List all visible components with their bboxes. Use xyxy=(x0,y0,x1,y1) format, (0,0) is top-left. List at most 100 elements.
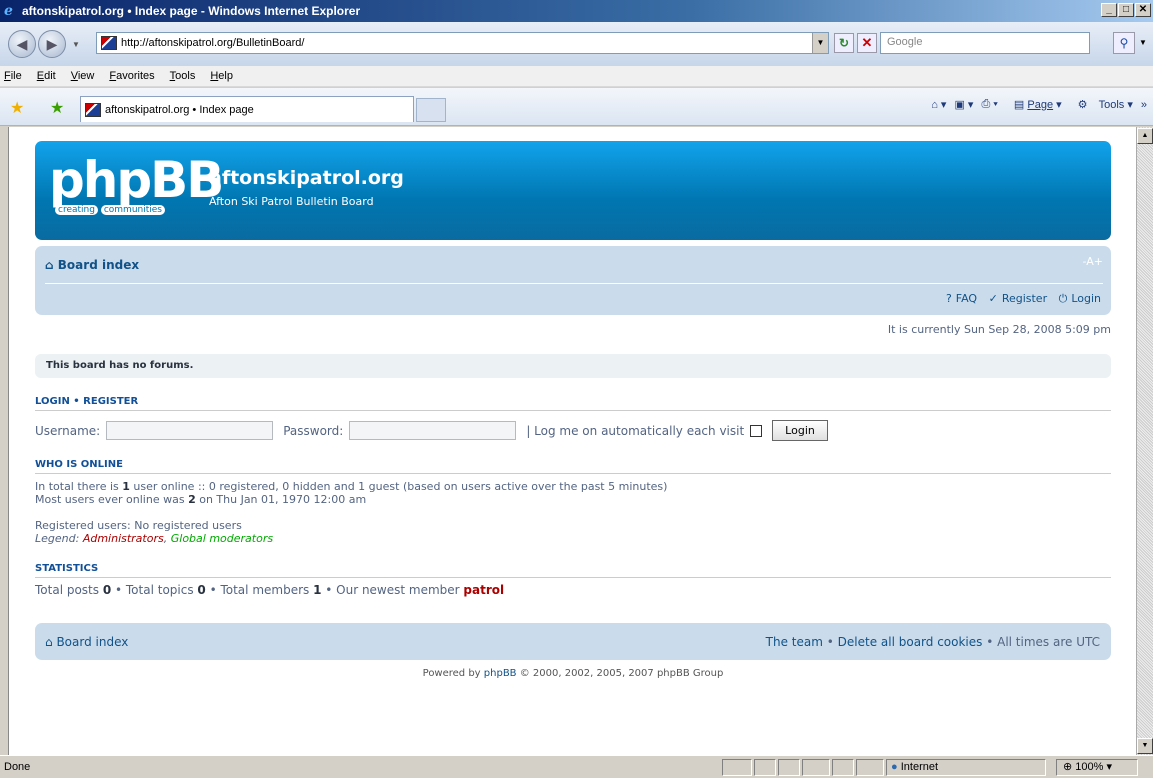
navbar-divider xyxy=(45,283,1103,284)
group-legend: Legend: Administrators, Global moderator… xyxy=(35,532,274,545)
search-icon[interactable]: ⚲ xyxy=(1113,32,1135,54)
refresh-button[interactable]: ↻ xyxy=(834,33,854,53)
username-label: Username: xyxy=(35,423,101,438)
close-button[interactable]: ✕ xyxy=(1135,3,1151,17)
zoom-icon: ⊕ xyxy=(1063,761,1073,773)
home-outline-icon: ⌂ xyxy=(45,258,54,272)
faq-icon: ? xyxy=(945,292,952,305)
menu-file[interactable]: File xyxy=(4,70,22,82)
add-favorites-icon[interactable]: ★ xyxy=(50,98,64,118)
the-team-link[interactable]: The team xyxy=(766,635,823,649)
site-name: aftonskipatrol.org xyxy=(209,167,404,189)
address-bar[interactable]: http://aftonskipatrol.org/BulletinBoard/… xyxy=(96,32,829,54)
menu-tools[interactable]: Tools xyxy=(170,70,196,82)
menu-help[interactable]: Help xyxy=(210,70,233,82)
administrators-link[interactable]: Administrators xyxy=(83,532,164,545)
back-button[interactable]: ◀ xyxy=(8,30,36,58)
new-tab-button[interactable] xyxy=(416,98,446,122)
phpbb-logo[interactable]: phpBB creating communities xyxy=(49,151,224,221)
site-description: Afton Ski Patrol Bulletin Board xyxy=(209,195,374,208)
status-bar: Done ● Internet ⊕ 100% ▾ xyxy=(0,755,1153,778)
window-title: aftonskipatrol.org • Index page - Window… xyxy=(22,4,361,18)
font-size-control[interactable]: -A+ xyxy=(1083,255,1103,268)
user-links: ? FAQ ✓ Register ⏻ Login xyxy=(938,292,1101,306)
print-icon[interactable]: ⎙ ▾ xyxy=(981,98,997,111)
footer-board-index-link[interactable]: ⌂ Board index xyxy=(45,635,128,649)
ie-logo-icon: e xyxy=(4,3,13,19)
board-index-link[interactable]: ⌂ Board index xyxy=(45,258,139,272)
address-dropdown-icon[interactable]: ▼ xyxy=(812,33,828,53)
current-time: It is currently Sun Sep 28, 2008 5:09 pm xyxy=(887,323,1111,336)
no-forums-notice: This board has no forums. xyxy=(35,354,1111,378)
tools-gear-icon: ⚙ xyxy=(1077,99,1088,111)
zoom-control[interactable]: ⊕ 100% ▾ xyxy=(1056,759,1138,776)
power-icon: ⏻ xyxy=(1058,292,1068,305)
register-link[interactable]: ✓ Register xyxy=(985,292,1048,305)
auto-login-label: | Log me on automatically each visit xyxy=(526,423,745,438)
page-menu[interactable]: ▤ Page ▾ xyxy=(1006,98,1062,111)
online-total: In total there is 1 user online :: 0 reg… xyxy=(35,480,668,493)
registered-users: Registered users: No registered users xyxy=(35,519,242,532)
tab-index-page[interactable]: aftonskipatrol.org • Index page xyxy=(80,96,414,122)
maximize-button[interactable]: □ xyxy=(1118,3,1134,17)
home-outline-icon: ⌂ xyxy=(45,635,53,649)
vertical-scrollbar[interactable]: ▲ ▼ xyxy=(1136,127,1153,755)
security-zone[interactable]: ● Internet xyxy=(886,759,1046,776)
statistics-heading: STATISTICS xyxy=(35,563,1111,578)
delete-cookies-link[interactable]: Delete all board cookies xyxy=(838,635,983,649)
command-bar: ⌂ ▾ ▣ ▾ ⎙ ▾ ▤ Page ▾ ⚙ Tools ▾ » xyxy=(923,98,1147,111)
auto-login-checkbox[interactable] xyxy=(750,424,763,437)
phpbb-page: phpBB creating communities aftonskipatro… xyxy=(35,141,1111,679)
history-dropdown-icon[interactable]: ▼ xyxy=(72,40,80,49)
feeds-icon[interactable]: ▣ ▾ xyxy=(954,98,973,111)
register-icon: ✓ xyxy=(988,292,998,305)
minimize-button[interactable]: _ xyxy=(1101,3,1117,17)
password-label: Password: xyxy=(283,423,344,438)
search-options-icon[interactable]: ▼ xyxy=(1137,32,1149,54)
menu-bar: File Edit View Favorites Tools Help xyxy=(0,66,1153,87)
site-header: phpBB creating communities aftonskipatro… xyxy=(35,141,1111,240)
home-icon[interactable]: ⌂ ▾ xyxy=(931,98,946,111)
footer-navbar: ⌂ Board index The team • Delete all boar… xyxy=(35,623,1111,660)
navigation-bar: ◀ ▶ ▼ http://aftonskipatrol.org/Bulletin… xyxy=(0,22,1153,66)
back-arrow-icon: ◀ xyxy=(16,35,28,52)
timezone-note: • All times are UTC xyxy=(982,635,1100,649)
page-icon: ▤ xyxy=(1013,99,1025,111)
stop-button[interactable]: ✕ xyxy=(857,33,877,53)
online-record: Most users ever online was 2 on Thu Jan … xyxy=(35,493,367,506)
menu-favorites[interactable]: Favorites xyxy=(109,70,154,82)
address-url[interactable]: http://aftonskipatrol.org/BulletinBoard/ xyxy=(121,37,304,49)
tools-menu[interactable]: ⚙ Tools ▾ xyxy=(1070,98,1133,111)
scroll-down-icon[interactable]: ▼ xyxy=(1137,738,1153,754)
scroll-up-icon[interactable]: ▲ xyxy=(1137,128,1153,144)
login-button[interactable]: Login xyxy=(772,420,828,441)
password-field[interactable] xyxy=(349,421,517,440)
global-moderators-link[interactable]: Global moderators xyxy=(171,532,273,545)
globe-icon: ● xyxy=(891,761,898,773)
phpbb-link[interactable]: phpBB xyxy=(484,668,517,679)
faq-link[interactable]: ? FAQ xyxy=(942,292,977,305)
menu-view[interactable]: View xyxy=(71,70,95,82)
login-link[interactable]: ⏻ Login xyxy=(1055,292,1101,305)
window-title-bar: e aftonskipatrol.org • Index page - Wind… xyxy=(0,0,1153,22)
login-register-heading[interactable]: LOGIN • REGISTER xyxy=(35,396,1111,411)
tab-bar: ★ ★ aftonskipatrol.org • Index page ⌂ ▾ … xyxy=(0,88,1153,126)
more-commands-icon[interactable]: » xyxy=(1141,99,1147,111)
newest-member-link[interactable]: patrol xyxy=(463,583,504,597)
tab-favicon-icon xyxy=(85,102,101,117)
forum-navbar: ⌂ Board index -A+ ? FAQ ✓ Register ⏻ Login xyxy=(35,246,1111,315)
quick-login-form: Username: Password: | Log me on automati… xyxy=(35,420,1111,441)
copyright: Powered by phpBB © 2000, 2002, 2005, 200… xyxy=(422,668,724,679)
menu-edit[interactable]: Edit xyxy=(37,70,56,82)
who-is-online-heading[interactable]: WHO IS ONLINE xyxy=(35,459,1111,474)
status-text: Done xyxy=(4,761,31,773)
page-viewport: phpBB creating communities aftonskipatro… xyxy=(8,127,1136,755)
username-field[interactable] xyxy=(106,421,274,440)
favorites-star-icon[interactable]: ★ xyxy=(10,98,24,118)
search-input[interactable]: Google xyxy=(880,32,1090,54)
board-statistics: Total posts 0 • Total topics 0 • Total m… xyxy=(35,583,505,597)
forward-button[interactable]: ▶ xyxy=(38,30,66,58)
tab-title: aftonskipatrol.org • Index page xyxy=(105,103,254,116)
forward-arrow-icon: ▶ xyxy=(46,35,58,52)
site-favicon-icon xyxy=(101,36,117,50)
